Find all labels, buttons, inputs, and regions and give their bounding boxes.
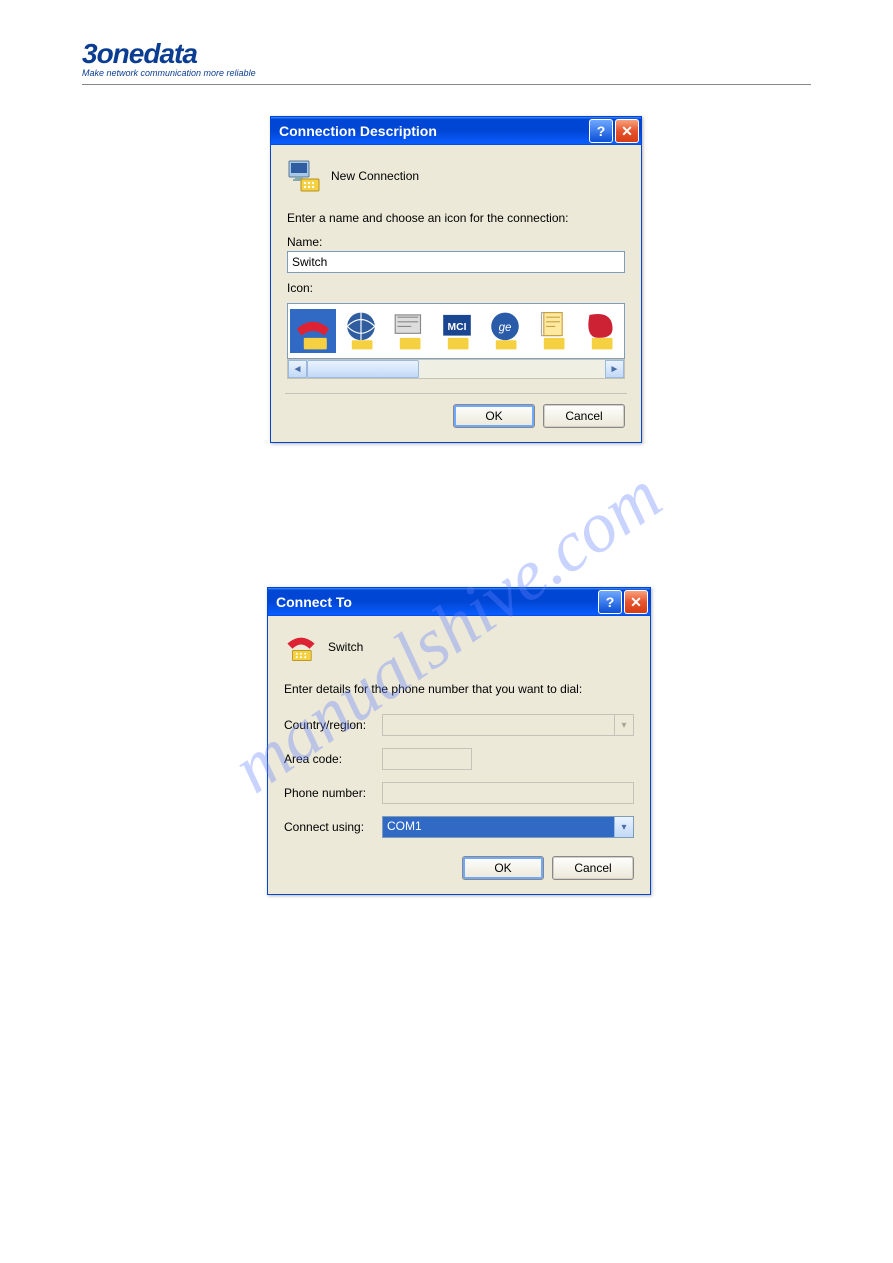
connect-to-dialog: Connect To ? ✕ Switch Enter details for …	[267, 587, 651, 895]
dialog-body: New Connection Enter a name and choose a…	[271, 145, 641, 442]
help-button[interactable]: ?	[589, 119, 613, 143]
phone-row: Phone number:	[284, 782, 634, 804]
dialog-body: Switch Enter details for the phone numbe…	[268, 616, 650, 894]
scroll-track[interactable]	[307, 360, 605, 378]
brand-logo: 3onedata	[82, 38, 811, 70]
dialog-title: Connect To	[276, 594, 596, 610]
connect-combo[interactable]: COM1 ▾	[382, 816, 634, 838]
connect-row: Connect using: COM1 ▾	[284, 816, 634, 838]
page-header: 3onedata Make network communication more…	[82, 38, 811, 85]
phone-modem-icon[interactable]	[290, 309, 336, 353]
ok-button[interactable]: OK	[462, 856, 544, 880]
close-button[interactable]: ✕	[615, 119, 639, 143]
scroll-right-button[interactable]: ►	[605, 360, 624, 378]
connect-value: COM1	[383, 817, 614, 837]
fax-icon[interactable]	[386, 309, 432, 353]
document-icon[interactable]	[530, 309, 576, 353]
icon-label: Icon:	[287, 281, 625, 295]
phone-label: Phone number:	[284, 786, 382, 800]
close-icon: ✕	[630, 594, 642, 611]
connection-description-dialog: Connection Description ? ✕	[270, 116, 642, 443]
shape-icon[interactable]	[578, 309, 624, 353]
monitor-phone-icon	[287, 159, 321, 193]
cancel-button[interactable]: Cancel	[543, 404, 625, 428]
cancel-button[interactable]: Cancel	[552, 856, 634, 880]
icon-scrollbar[interactable]: ◄ ►	[287, 359, 625, 379]
svg-text:ge: ge	[499, 322, 512, 334]
close-icon: ✕	[621, 123, 633, 140]
svg-text:MCI: MCI	[448, 322, 467, 333]
icon-picker: MCI ge ◄ ►	[287, 303, 625, 379]
titlebar: Connect To ? ✕	[268, 588, 650, 616]
name-label: Name:	[287, 235, 625, 249]
button-row: OK Cancel	[284, 856, 634, 880]
name-input[interactable]	[287, 251, 625, 273]
globe-icon[interactable]	[338, 309, 384, 353]
dialog-title: Connection Description	[279, 123, 587, 139]
country-row: Country/region: ▾	[284, 714, 634, 736]
ok-button[interactable]: OK	[453, 404, 535, 428]
dialog-heading-row: New Connection	[287, 159, 625, 193]
country-value	[383, 715, 614, 735]
area-row: Area code:	[284, 748, 634, 770]
area-label: Area code:	[284, 752, 382, 766]
connect-label: Connect using:	[284, 820, 382, 834]
country-label: Country/region:	[284, 718, 382, 732]
brand-tagline: Make network communication more reliable	[82, 68, 811, 78]
dialog-subtitle: New Connection	[331, 169, 419, 183]
scroll-left-button[interactable]: ◄	[288, 360, 307, 378]
prompt-text: Enter details for the phone number that …	[284, 682, 634, 696]
separator	[285, 393, 627, 394]
icon-strip[interactable]: MCI ge	[287, 303, 625, 359]
mci-icon[interactable]: MCI	[434, 309, 480, 353]
help-button[interactable]: ?	[598, 590, 622, 614]
satellite-icon[interactable]: ge	[482, 309, 528, 353]
chevron-down-icon[interactable]: ▾	[614, 817, 633, 837]
scroll-thumb[interactable]	[307, 360, 419, 378]
dialog-heading-row: Switch	[284, 630, 634, 664]
dialog-subtitle: Switch	[328, 640, 363, 654]
prompt-text: Enter a name and choose an icon for the …	[287, 211, 625, 225]
close-button[interactable]: ✕	[624, 590, 648, 614]
button-row: OK Cancel	[287, 404, 625, 428]
area-input	[382, 748, 472, 770]
phone-modem-icon	[284, 630, 318, 664]
chevron-down-icon: ▾	[614, 715, 633, 735]
phone-input	[382, 782, 634, 804]
titlebar: Connection Description ? ✕	[271, 117, 641, 145]
country-combo: ▾	[382, 714, 634, 736]
